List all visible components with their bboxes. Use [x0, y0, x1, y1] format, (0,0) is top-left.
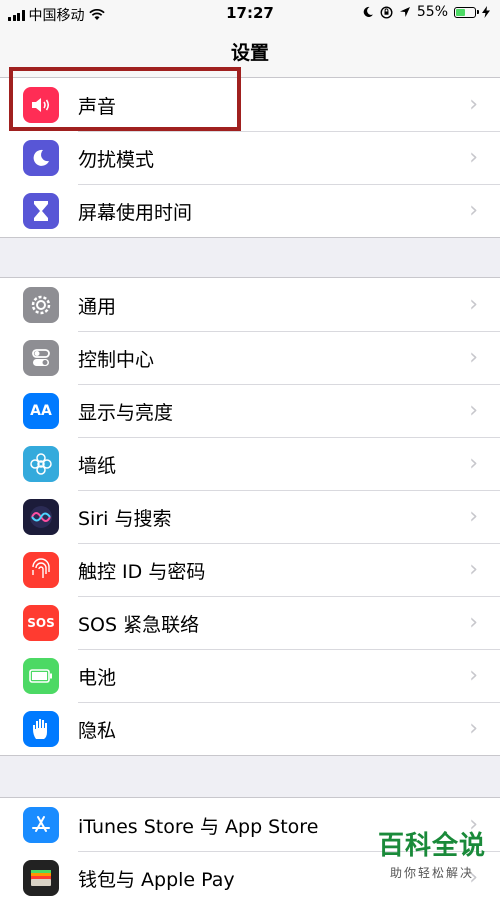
- row-label: 屏幕使用时间: [78, 202, 193, 224]
- moon-icon: [363, 6, 373, 17]
- battery-icon: [454, 6, 479, 18]
- chevron-right-icon: ›: [469, 398, 478, 423]
- gear-icon: [23, 287, 59, 323]
- chevron-right-icon: ›: [469, 504, 478, 529]
- chevron-right-icon: ›: [469, 292, 478, 317]
- row-label: 勿扰模式: [78, 149, 155, 171]
- page-title: 设置: [230, 42, 269, 64]
- status-bar: 中国移动 17:27 55%: [0, 0, 500, 28]
- settings-group-2: 通用 › 控制中心 › AA 显示与亮度 › 墙纸 › Siri 与搜索 › 触…: [0, 277, 500, 756]
- chevron-right-icon: ›: [469, 716, 478, 741]
- highlight-box: [9, 67, 241, 131]
- chevron-right-icon: ›: [469, 198, 478, 223]
- toggle-icon: [23, 340, 59, 376]
- row-label: 通用: [78, 296, 117, 318]
- row-label: 钱包与 Apple Pay: [78, 869, 235, 891]
- row-label: 控制中心: [78, 349, 155, 371]
- chevron-right-icon: ›: [469, 145, 478, 170]
- moon-icon: [23, 140, 59, 176]
- watermark-slogan: 助你轻松解决: [389, 866, 474, 880]
- chevron-right-icon: ›: [469, 557, 478, 582]
- settings-row-control-center[interactable]: 控制中心 ›: [0, 331, 500, 384]
- settings-row-wallpaper[interactable]: 墙纸 ›: [0, 437, 500, 490]
- row-label: 显示与亮度: [78, 402, 174, 424]
- row-label: 触控 ID 与密码: [78, 561, 206, 583]
- battery-percent: 55%: [416, 4, 448, 20]
- row-label: 墙纸: [78, 455, 117, 477]
- settings-row-emergency-sos[interactable]: SOS SOS 紧急联络 ›: [0, 596, 500, 649]
- settings-row-general[interactable]: 通用 ›: [0, 278, 500, 331]
- text-size-icon: AA: [23, 393, 59, 429]
- watermark-logo: 百科全说: [377, 831, 486, 861]
- settings-row-display[interactable]: AA 显示与亮度 ›: [0, 384, 500, 437]
- settings-row-screen-time[interactable]: 屏幕使用时间 ›: [0, 184, 500, 237]
- settings-row-privacy[interactable]: 隐私 ›: [0, 702, 500, 755]
- charging-bolt-icon: [482, 6, 490, 18]
- battery-icon: [23, 658, 59, 694]
- chevron-right-icon: ›: [469, 345, 478, 370]
- row-label: 隐私: [78, 720, 117, 742]
- chevron-right-icon: ›: [469, 92, 478, 117]
- flower-icon: [23, 446, 59, 482]
- status-right: 55%: [362, 4, 490, 20]
- wallet-icon: [23, 860, 59, 896]
- location-arrow-icon: [399, 7, 410, 17]
- chevron-right-icon: ›: [469, 663, 478, 688]
- chevron-right-icon: ›: [469, 610, 478, 635]
- hourglass-icon: [23, 193, 59, 229]
- settings-row-do-not-disturb[interactable]: 勿扰模式 ›: [0, 131, 500, 184]
- fingerprint-icon: [23, 552, 59, 588]
- chevron-right-icon: ›: [469, 451, 478, 476]
- row-label: Siri 与搜索: [78, 508, 172, 530]
- row-label: 电池: [78, 667, 117, 689]
- watermark: 百科全说 助你轻松解决: [378, 825, 486, 881]
- settings-row-battery[interactable]: 电池 ›: [0, 649, 500, 702]
- settings-row-siri[interactable]: Siri 与搜索 ›: [0, 490, 500, 543]
- rotation-lock-icon: [380, 5, 393, 19]
- row-label: iTunes Store 与 App Store: [78, 816, 319, 838]
- app-store-icon: [23, 807, 59, 843]
- row-label: SOS 紧急联络: [78, 614, 200, 636]
- siri-icon: [23, 499, 59, 535]
- sos-icon: SOS: [23, 605, 59, 641]
- settings-row-touch-id[interactable]: 触控 ID 与密码 ›: [0, 543, 500, 596]
- hand-icon: [23, 711, 59, 747]
